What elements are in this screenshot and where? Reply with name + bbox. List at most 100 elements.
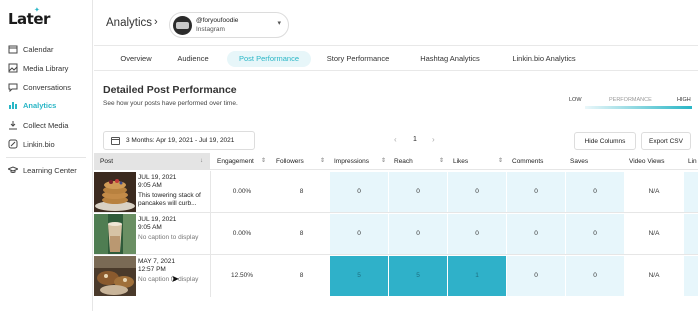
sidebar-item-linkin-bio[interactable]: Linkin.bio — [0, 137, 92, 151]
chevron-left-icon[interactable]: ‹ — [394, 135, 397, 144]
sidebar-item-analytics[interactable]: Analytics — [0, 98, 92, 112]
engagement-cell: 0.00% — [232, 230, 252, 237]
column-header-likes[interactable]: Likes ⇕ — [453, 153, 505, 170]
linkin-bio-cell — [684, 256, 698, 296]
chat-bubble-icon — [7, 81, 19, 93]
top-header: Analytics › @foryoufoodie Instagram ▾ — [94, 0, 698, 46]
followers-cell: 8 — [299, 272, 304, 279]
column-header-post[interactable]: Post ↓ — [94, 153, 210, 170]
sidebar-item-conversations[interactable]: Conversations — [0, 80, 92, 94]
legend-low-label: LOW — [569, 97, 582, 103]
sort-icon: ⇕ — [498, 158, 504, 164]
post-time: 9:05 AM — [138, 224, 162, 231]
sort-icon: ⇕ — [261, 158, 267, 164]
comments-cell: 0 — [507, 256, 565, 296]
sidebar-divider — [6, 157, 86, 158]
sidebar-item-collect-media[interactable]: Collect Media — [0, 118, 92, 132]
tab-linkin-bio-analytics[interactable]: Linkin.bio Analytics — [502, 51, 586, 67]
performance-gradient-bar — [585, 106, 692, 109]
post-caption: No caption to display — [138, 234, 199, 241]
engagement-cell: 12.50% — [230, 272, 254, 279]
sidebar-item-label: Analytics — [23, 100, 57, 110]
section-title: Detailed Post Performance — [103, 84, 237, 96]
column-header-video-views[interactable]: Video Views — [629, 153, 681, 170]
hide-columns-button[interactable]: Hide Columns — [574, 132, 636, 150]
export-csv-button[interactable]: Export CSV — [641, 132, 691, 150]
avatar — [173, 16, 192, 35]
sidebar-item-learning-center[interactable]: Learning Center — [0, 163, 92, 177]
legend-high-label: HIGH — [677, 97, 691, 103]
chevron-right-icon[interactable]: › — [432, 135, 435, 144]
likes-cell: 0 — [448, 172, 506, 212]
download-icon — [7, 119, 19, 131]
column-header-comments[interactable]: Comments — [512, 153, 564, 170]
graduation-cap-icon — [7, 164, 19, 176]
post-date: JUL 19, 2021 — [138, 216, 177, 223]
comments-cell: 0 — [507, 172, 565, 212]
media-library-icon — [7, 62, 19, 74]
saves-cell: 0 — [566, 256, 624, 296]
section-subtitle: See how your posts have performed over t… — [103, 100, 238, 107]
sidebar-item-label: Conversations — [23, 82, 71, 92]
post-performance-table: Post ↓ Engagement ⇕ Followers ⇕ Impressi… — [94, 153, 698, 311]
column-header-impressions[interactable]: Impressions ⇕ — [334, 153, 389, 170]
calendar-icon — [111, 136, 120, 145]
engagement-cell: 0.00% — [232, 188, 252, 195]
video-views-cell: N/A — [648, 230, 660, 237]
post-date: JUL 19, 2021 — [138, 174, 177, 181]
sidebar-item-label: Media Library — [23, 63, 69, 73]
reach-cell: 0 — [389, 214, 447, 254]
column-header-followers[interactable]: Followers ⇕ — [276, 153, 328, 170]
linkin-bio-cell — [684, 172, 698, 212]
mouse-pointer-icon: ➤ — [171, 274, 180, 285]
chevron-down-icon: ▾ — [277, 20, 281, 27]
table-row[interactable]: JUL 19, 2021 9:05 AM No caption to displ… — [94, 213, 698, 255]
likes-cell: 0 — [448, 214, 506, 254]
column-header-engagement[interactable]: Engagement ⇕ — [217, 153, 273, 170]
tab-story-performance[interactable]: Story Performance — [323, 51, 393, 67]
saves-cell: 0 — [566, 214, 624, 254]
page-title: Analytics — [106, 17, 153, 29]
reach-cell: 0 — [389, 172, 447, 212]
date-range-label: 3 Months: Apr 19, 2021 - Jul 19, 2021 — [126, 137, 235, 144]
sparkle-icon: ✦ — [34, 6, 40, 14]
sidebar-item-label: Learning Center — [23, 165, 77, 175]
legend-performance-label: PERFORMANCE — [609, 97, 652, 103]
sidebar-item-label: Collect Media — [23, 120, 69, 130]
post-thumbnail[interactable] — [94, 172, 136, 212]
column-header-saves[interactable]: Saves — [570, 153, 622, 170]
chevron-right-icon: › — [154, 16, 158, 28]
post-thumbnail[interactable] — [94, 256, 136, 296]
tab-overview[interactable]: Overview — [112, 51, 160, 67]
tab-hashtag-analytics[interactable]: Hashtag Analytics — [414, 51, 486, 67]
calendar-icon — [7, 43, 19, 55]
post-thumbnail[interactable] — [94, 214, 136, 254]
post-date: MAY 7, 2021 — [138, 258, 175, 265]
table-header: Post ↓ Engagement ⇕ Followers ⇕ Impressi… — [94, 153, 698, 170]
impressions-cell: 5 — [330, 256, 388, 296]
account-platform: Instagram — [196, 26, 225, 33]
post-time: 12:57 PM — [138, 266, 166, 273]
tab-post-performance[interactable]: Post Performance — [227, 51, 311, 67]
column-header-linkin-bio[interactable]: Lin — [688, 153, 698, 170]
link-icon — [7, 138, 19, 150]
table-row[interactable]: MAY 7, 2021 12:57 PM No caption to displ… — [94, 255, 698, 297]
sidebar: Later ✦ Calendar Media Library Conversati… — [0, 0, 93, 311]
table-row[interactable]: JUL 19, 2021 9:05 AM This towering stack… — [94, 171, 698, 213]
video-views-cell: N/A — [648, 188, 660, 195]
linkin-bio-cell — [684, 214, 698, 254]
saves-cell: 0 — [566, 172, 624, 212]
sidebar-item-media-library[interactable]: Media Library — [0, 61, 92, 75]
column-header-reach[interactable]: Reach ⇕ — [394, 153, 446, 170]
account-switcher[interactable]: @foryoufoodie Instagram ▾ — [169, 12, 289, 38]
sidebar-item-label: Calendar — [23, 44, 54, 54]
sort-icon: ⇕ — [320, 158, 326, 164]
followers-cell: 8 — [299, 230, 304, 237]
tab-audience[interactable]: Audience — [173, 51, 213, 67]
bar-chart-icon — [7, 99, 19, 111]
sort-icon: ⇕ — [439, 158, 445, 164]
page-number: 1 — [413, 136, 417, 143]
later-logo[interactable]: Later ✦ — [8, 6, 50, 28]
date-range-picker[interactable]: 3 Months: Apr 19, 2021 - Jul 19, 2021 — [103, 131, 255, 150]
sidebar-item-calendar[interactable]: Calendar — [0, 42, 92, 56]
